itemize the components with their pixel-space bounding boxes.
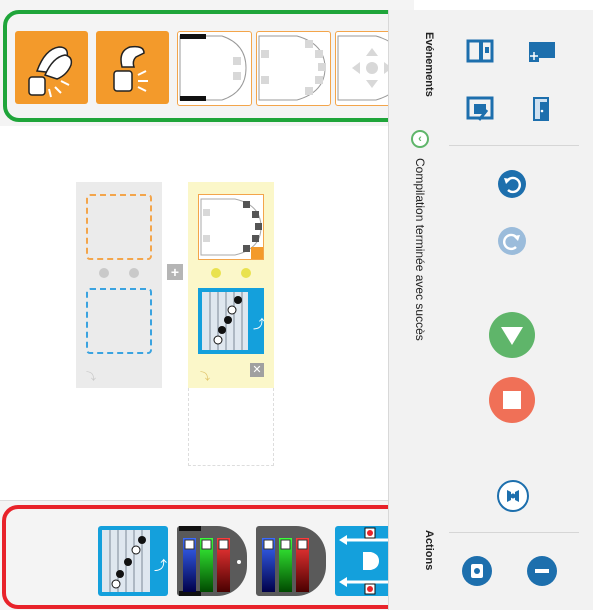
divider [449, 145, 579, 146]
music-notes-icon: ⤴ [202, 292, 265, 350]
new-program-button[interactable] [465, 36, 495, 66]
actions-highlight-frame [2, 505, 414, 609]
remove-pair-icon[interactable]: ✕ [250, 363, 264, 377]
next-pair-placeholder [188, 388, 274, 466]
minus-icon [535, 569, 549, 573]
door-exit-icon [533, 97, 549, 121]
right-panel: Evénements Actions ‹ Compilation terminé… [388, 10, 593, 610]
compile-status-icon: ‹ [411, 130, 429, 148]
event-drop-slot[interactable] [86, 194, 152, 260]
remove-button[interactable] [527, 556, 557, 586]
empty-event-action-pair: ⤵ [76, 182, 162, 388]
event-action-pair: ⤴ ✕ ⤵ [188, 182, 274, 388]
events-label: Evénements [423, 32, 435, 97]
redo-icon [503, 233, 520, 251]
stop-icon [503, 391, 521, 409]
connector-dot [99, 268, 109, 278]
redo-button[interactable] [498, 227, 526, 255]
stop-button[interactable] [489, 377, 535, 423]
pair-handle-icon: ⤵ [200, 372, 210, 383]
connector-dot [241, 268, 251, 278]
event-corner-marker [251, 247, 263, 259]
open-file-icon [529, 42, 555, 62]
new-file-icon [466, 39, 494, 63]
save-program-button[interactable] [465, 94, 495, 124]
proximity-event-block[interactable] [198, 194, 264, 260]
actions-label: Actions [423, 530, 435, 571]
add-pair-icon[interactable]: + [167, 264, 183, 280]
settings-button[interactable] [462, 556, 492, 586]
save-file-icon [466, 96, 494, 121]
compile-status-text: Compilation terminée avec succès [413, 158, 427, 341]
pair-handle-icon: ⤵ [86, 372, 96, 383]
events-highlight-frame [3, 10, 413, 122]
svg-text:⤴: ⤴ [253, 316, 264, 331]
undo-button[interactable] [498, 170, 526, 198]
robot-view-icon [507, 490, 519, 502]
simulator-button[interactable] [497, 480, 529, 512]
music-action-block[interactable]: ⤴ [198, 288, 265, 354]
open-program-button[interactable] [525, 36, 557, 66]
robot-settings-icon [471, 564, 483, 578]
connector-dot [129, 268, 139, 278]
divider [449, 532, 579, 533]
exit-button[interactable] [527, 94, 557, 124]
run-button[interactable] [489, 312, 535, 358]
connector-dot [211, 268, 221, 278]
play-icon [501, 327, 523, 345]
action-drop-slot[interactable] [86, 288, 152, 354]
undo-icon [504, 176, 521, 194]
